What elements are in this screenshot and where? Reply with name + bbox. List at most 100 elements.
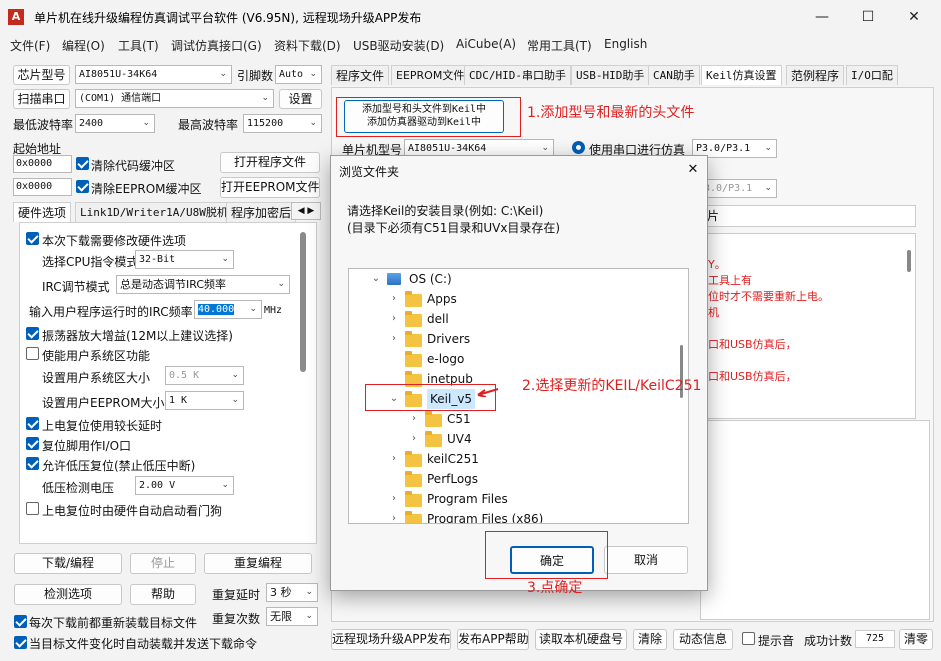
irc-mode-label: IRC调节模式 xyxy=(42,280,110,294)
beep-checkbox[interactable] xyxy=(742,632,755,645)
port-pair-select-2[interactable]: 3.0/P3.1 ⌄ xyxy=(700,179,777,198)
wdt-checkbox[interactable] xyxy=(26,502,39,515)
device-name-field[interactable]: 片 xyxy=(700,205,916,227)
stop-button[interactable]: 停止 xyxy=(130,553,196,574)
tree-node[interactable]: › Apps xyxy=(349,289,688,309)
chevron-right-icon[interactable]: › xyxy=(389,329,399,349)
tab-program-file[interactable]: 程序文件 xyxy=(331,65,390,85)
tree-node[interactable]: › keilC251 xyxy=(349,449,688,469)
menu-english[interactable]: English xyxy=(604,37,647,51)
folder-icon xyxy=(405,471,422,487)
help-button[interactable]: 帮助 xyxy=(130,584,196,605)
menu-aicube[interactable]: AiCube(A) xyxy=(456,37,516,51)
menu-download[interactable]: 资料下载(D) xyxy=(274,37,341,54)
serial-sim-radio[interactable] xyxy=(572,141,585,154)
dialog-close-button[interactable]: ✕ xyxy=(681,158,705,182)
tab-usb-hid[interactable]: USB-HID助手 xyxy=(571,65,650,85)
close-button[interactable]: ✕ xyxy=(891,0,937,34)
auto-send-checkbox[interactable] xyxy=(14,636,27,649)
tree-node[interactable]: e-logo xyxy=(349,349,688,369)
tab-io-config[interactable]: I/O口配 xyxy=(846,65,898,85)
tab-hardware-options[interactable]: 硬件选项 xyxy=(13,202,72,222)
tree-node[interactable]: › Drivers xyxy=(349,329,688,349)
tab-encryption[interactable]: 程序加密后 xyxy=(226,202,297,222)
chevron-right-icon[interactable]: › xyxy=(389,449,399,469)
tab-keil-sim[interactable]: Keil仿真设置 xyxy=(701,65,782,85)
tab-examples[interactable]: 范例程序 xyxy=(786,65,845,85)
min-baud-select[interactable]: 2400 ⌄ xyxy=(75,114,155,133)
repeat-count-select[interactable]: 无限 ⌄ xyxy=(266,607,318,626)
tab-scroll-arrows[interactable]: ◀ ▶ xyxy=(291,202,321,220)
reset-count-button[interactable]: 清零 xyxy=(899,629,933,650)
code-address-input[interactable]: 0x0000 xyxy=(13,155,72,173)
sys-size-select[interactable]: 0.5 K ⌄ xyxy=(165,366,244,385)
chevron-right-icon[interactable]: › xyxy=(389,309,399,329)
chevron-right-icon[interactable]: › xyxy=(389,289,399,309)
dynamic-info-button[interactable]: 动态信息 xyxy=(673,629,733,650)
menu-program[interactable]: 编程(O) xyxy=(62,37,105,54)
menu-tools[interactable]: 工具(T) xyxy=(118,37,159,54)
menu-usb-driver[interactable]: USB驱动安装(D) xyxy=(353,37,444,54)
chevron-right-icon[interactable]: › xyxy=(409,429,419,449)
cancel-button[interactable]: 取消 xyxy=(604,546,688,574)
chevron-right-icon[interactable]: › xyxy=(389,509,399,523)
annotation-step2: 2.选择更新的KEIL/KeilC251 xyxy=(522,378,702,394)
irc-freq-input[interactable]: 40.000 ⌄ xyxy=(194,300,262,319)
publish-app-button[interactable]: 远程现场升级APP发布 xyxy=(331,629,451,650)
reload-checkbox[interactable] xyxy=(14,615,27,628)
tree-node-label: PerfLogs xyxy=(427,472,479,486)
irc-mode-select[interactable]: 总是动态调节IRC频率 ⌄ xyxy=(116,275,290,294)
lvr-checkbox[interactable] xyxy=(26,457,39,470)
chip-model-select[interactable]: AI8051U-34K64 ⌄ xyxy=(75,65,232,84)
tab-cdc-hid[interactable]: CDC/HID-串口助手 xyxy=(464,65,571,85)
chevron-right-icon[interactable]: › xyxy=(409,409,419,429)
options-scrollbar[interactable] xyxy=(300,232,306,372)
folder-icon xyxy=(405,331,422,347)
max-baud-select[interactable]: 115200 ⌄ xyxy=(243,114,322,133)
read-disk-id-button[interactable]: 读取本机硬盘号 xyxy=(535,629,627,650)
clear-code-checkbox[interactable] xyxy=(76,157,89,170)
menu-debug[interactable]: 调试仿真接口(G) xyxy=(171,37,262,54)
tree-node[interactable]: ⌄ OS (C:) xyxy=(349,269,688,289)
clear-eeprom-checkbox[interactable] xyxy=(76,180,89,193)
tree-node[interactable]: › Program Files (x86) xyxy=(349,509,688,523)
tree-node[interactable]: › Program Files xyxy=(349,489,688,509)
sys-area-checkbox[interactable] xyxy=(26,347,39,360)
lvd-select[interactable]: 2.00 V ⌄ xyxy=(135,476,234,495)
tree-node[interactable]: › UV4 xyxy=(349,429,688,449)
tree-node[interactable]: › C51 xyxy=(349,409,688,429)
repeat-delay-select[interactable]: 3 秒 ⌄ xyxy=(266,583,318,602)
maximize-button[interactable]: ☐ xyxy=(845,0,891,34)
eeprom-address-input[interactable]: 0x0000 xyxy=(13,178,72,196)
publish-help-button[interactable]: 发布APP帮助 xyxy=(457,629,529,650)
reset-io-checkbox[interactable] xyxy=(26,437,39,450)
irc-freq-value: 40.000 xyxy=(198,304,235,315)
notes-scrollbar[interactable] xyxy=(907,250,911,272)
pin-count-select[interactable]: Auto ⌄ xyxy=(275,65,322,84)
menu-common-tools[interactable]: 常用工具(T) xyxy=(527,37,592,54)
eeprom-size-select[interactable]: 1 K ⌄ xyxy=(165,391,244,410)
folder-icon xyxy=(405,451,422,467)
chevron-down-icon[interactable]: ⌄ xyxy=(371,269,381,289)
open-program-button[interactable]: 打开程序文件 xyxy=(220,152,320,173)
chevron-right-icon[interactable]: › xyxy=(389,489,399,509)
clear-button[interactable]: 清除 xyxy=(633,629,667,650)
download-button[interactable]: 下载/编程 xyxy=(14,553,122,574)
scan-port-button[interactable]: 扫描串口 xyxy=(13,89,70,109)
tree-node[interactable]: › dell xyxy=(349,309,688,329)
menu-file[interactable]: 文件(F) xyxy=(10,37,50,54)
cpu-mode-select[interactable]: 32-Bit ⌄ xyxy=(135,250,234,269)
settings-button[interactable]: 设置 xyxy=(279,89,322,109)
check-options-button[interactable]: 检测选项 xyxy=(14,584,122,605)
tab-can[interactable]: CAN助手 xyxy=(648,65,700,85)
reprogram-button[interactable]: 重复编程 xyxy=(204,553,312,574)
osc-gain-checkbox[interactable] xyxy=(26,327,39,340)
tab-link1d[interactable]: Link1D/Writer1A/U8W脱机 xyxy=(75,202,233,222)
modify-hw-checkbox[interactable] xyxy=(26,232,39,245)
minimize-button[interactable]: — xyxy=(799,0,845,34)
open-eeprom-button[interactable]: 打开EEPROM文件 xyxy=(220,177,320,198)
port-select[interactable]: (COM1) 通信端口 ⌄ xyxy=(75,89,274,108)
tab-eeprom-file[interactable]: EEPROM文件 xyxy=(391,65,470,85)
tree-node[interactable]: PerfLogs xyxy=(349,469,688,489)
long-delay-checkbox[interactable] xyxy=(26,417,39,430)
